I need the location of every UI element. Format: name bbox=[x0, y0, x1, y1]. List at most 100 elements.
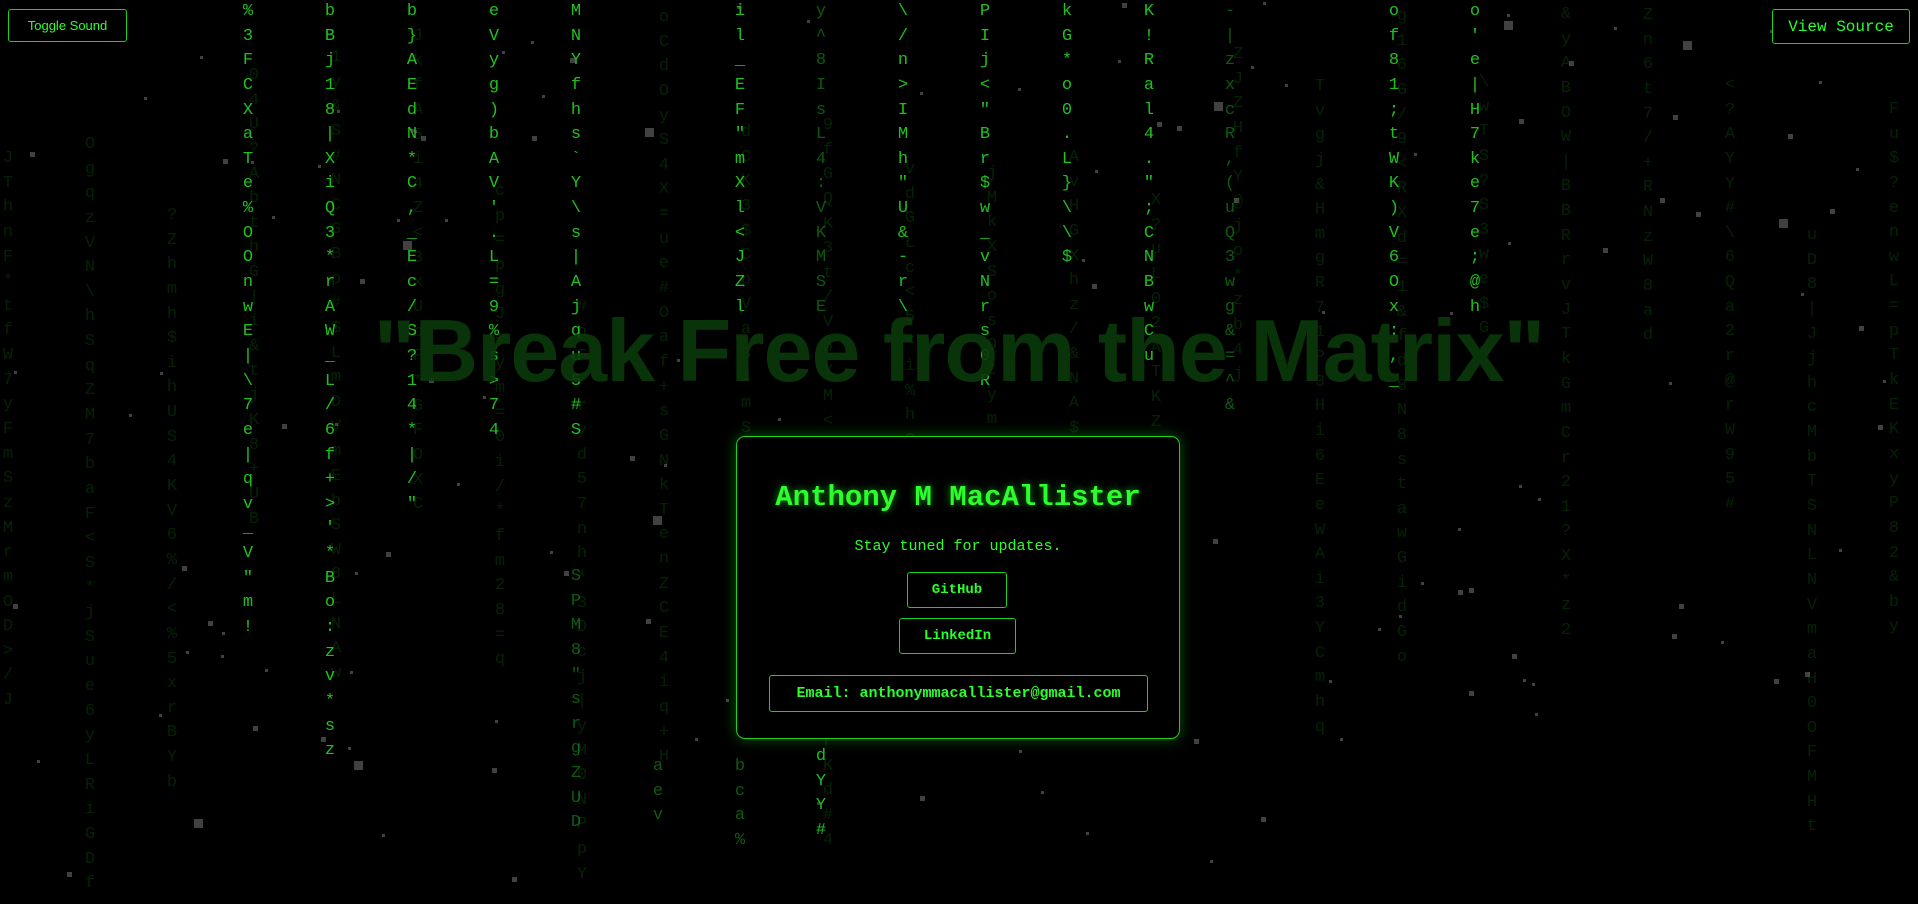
dust-particle bbox=[318, 165, 321, 168]
dust-particle bbox=[1261, 817, 1266, 822]
dust-particle bbox=[1177, 126, 1182, 131]
dust-particle bbox=[37, 760, 40, 763]
dust-particle bbox=[1839, 549, 1842, 552]
dust-particle bbox=[1774, 679, 1779, 684]
dust-particle bbox=[223, 159, 228, 164]
dust-particle bbox=[1458, 590, 1463, 595]
tagline: Stay tuned for updates. bbox=[854, 538, 1062, 555]
dust-particle bbox=[335, 423, 338, 426]
dust-particle bbox=[208, 621, 213, 626]
dust-particle bbox=[1507, 14, 1510, 17]
rain-background-column: Og q z V N \ h Sq Z M 7 b a F < S * j Su e 6 y L Ri G Df bbox=[84, 135, 96, 894]
dust-particle bbox=[630, 456, 635, 461]
dust-particle bbox=[1263, 2, 1266, 5]
dust-particle bbox=[129, 414, 132, 417]
dust-particle bbox=[1469, 691, 1474, 696]
dust-particle bbox=[1504, 21, 1513, 30]
dust-particle bbox=[564, 571, 569, 576]
dust-particle bbox=[1535, 713, 1538, 716]
dust-particle bbox=[1421, 582, 1424, 585]
dust-particle bbox=[1018, 88, 1021, 91]
dust-particle bbox=[360, 279, 365, 284]
rain-background-column: ? Zh m h $ i h U S 4 K V 6% / <% 5 x r B Yb bbox=[166, 206, 178, 792]
rain-background-column: Tv g j & Hm g R 7 1 P 3 Hi 6 Ee W Ai 3 Y Cm h q bbox=[1314, 77, 1326, 737]
dust-particle bbox=[1458, 528, 1461, 531]
view-source-button[interactable]: View Source bbox=[1772, 9, 1910, 44]
dust-particle bbox=[1086, 832, 1089, 835]
rain-background-column: 0 4 U? Ab t h G | i & t j K 8 + U B bbox=[248, 66, 260, 529]
rain-background-column: Jk f A 5 i 4 Z <3 x Ub F * G F O X C bbox=[412, 27, 424, 515]
dust-particle bbox=[30, 152, 35, 157]
dust-particle bbox=[1830, 209, 1835, 214]
dust-particle bbox=[1779, 219, 1788, 228]
dust-particle bbox=[67, 872, 72, 877]
dust-particle bbox=[1679, 604, 1684, 609]
dust-particle bbox=[350, 671, 353, 674]
dust-particle bbox=[1213, 539, 1218, 544]
dust-particle bbox=[645, 128, 654, 137]
dust-particle bbox=[251, 161, 254, 164]
dust-particle bbox=[1399, 615, 1402, 618]
dust-particle bbox=[1805, 672, 1810, 677]
dust-particle bbox=[1414, 153, 1417, 156]
rain-background-column: J Th n F * t f W 7 y Fm Sz Mr m O D > / J bbox=[2, 149, 14, 711]
dust-particle bbox=[414, 130, 417, 133]
dust-particle bbox=[282, 424, 287, 429]
dust-particle bbox=[664, 464, 667, 467]
dust-particle bbox=[272, 216, 275, 219]
dust-particle bbox=[737, 6, 740, 9]
dust-particle bbox=[502, 51, 505, 54]
dust-particle bbox=[1532, 683, 1535, 686]
dust-particle bbox=[1019, 750, 1022, 753]
dust-particle bbox=[495, 720, 498, 723]
dust-particle bbox=[1683, 41, 1692, 50]
dust-particle bbox=[421, 136, 426, 141]
dust-particle bbox=[1118, 60, 1121, 63]
dust-particle bbox=[570, 58, 575, 63]
dust-particle bbox=[542, 95, 545, 98]
dust-particle bbox=[1122, 3, 1127, 8]
dust-particle bbox=[1819, 81, 1822, 84]
dust-particle bbox=[1041, 791, 1044, 794]
dust-particle bbox=[1673, 115, 1678, 120]
toggle-sound-button[interactable]: Toggle Sound bbox=[8, 9, 127, 42]
dust-particle bbox=[920, 796, 925, 801]
dust-particle bbox=[807, 20, 810, 23]
rain-background-column: c p = p g J + y m = 0 i / * f m 2 8 = q bbox=[494, 182, 506, 670]
dust-particle bbox=[1603, 248, 1608, 253]
dust-particle bbox=[1569, 61, 1574, 66]
dust-particle bbox=[550, 551, 553, 554]
linkedin-button[interactable]: LinkedIn bbox=[899, 618, 1016, 654]
dust-particle bbox=[1721, 641, 1724, 644]
dust-particle bbox=[1878, 425, 1883, 430]
dust-particle bbox=[445, 219, 448, 222]
dust-particle bbox=[817, 802, 820, 805]
dust-particle bbox=[13, 604, 18, 609]
github-button[interactable]: GitHub bbox=[907, 572, 1007, 608]
dust-particle bbox=[457, 483, 460, 486]
dust-particle bbox=[512, 877, 517, 882]
dust-particle bbox=[1696, 212, 1701, 217]
dust-particle bbox=[194, 819, 203, 828]
dust-particle bbox=[646, 619, 651, 624]
rain-background-column: <? A Y Y # \ 6 Qa 2 r @ r W 9 5 # bbox=[1724, 76, 1736, 514]
dust-particle bbox=[337, 110, 340, 113]
dust-particle bbox=[222, 632, 225, 635]
dust-particle bbox=[1660, 198, 1665, 203]
dust-particle bbox=[1340, 738, 1343, 741]
dust-particle bbox=[532, 136, 537, 141]
dust-particle bbox=[1519, 485, 1522, 488]
dust-particle bbox=[726, 699, 729, 702]
dust-particle bbox=[1508, 242, 1511, 245]
email-button[interactable]: Email: anthonymmacallister@gmail.com bbox=[769, 675, 1148, 712]
dust-particle bbox=[778, 418, 781, 421]
dust-particle bbox=[1519, 119, 1524, 124]
dust-particle bbox=[1672, 634, 1677, 639]
dust-particle bbox=[386, 552, 391, 557]
dust-particle bbox=[403, 241, 412, 250]
dust-particle bbox=[1234, 198, 1239, 203]
dust-particle bbox=[200, 56, 203, 59]
dust-particle bbox=[253, 726, 258, 731]
dust-particle bbox=[182, 566, 187, 571]
dust-particle bbox=[1538, 498, 1541, 501]
